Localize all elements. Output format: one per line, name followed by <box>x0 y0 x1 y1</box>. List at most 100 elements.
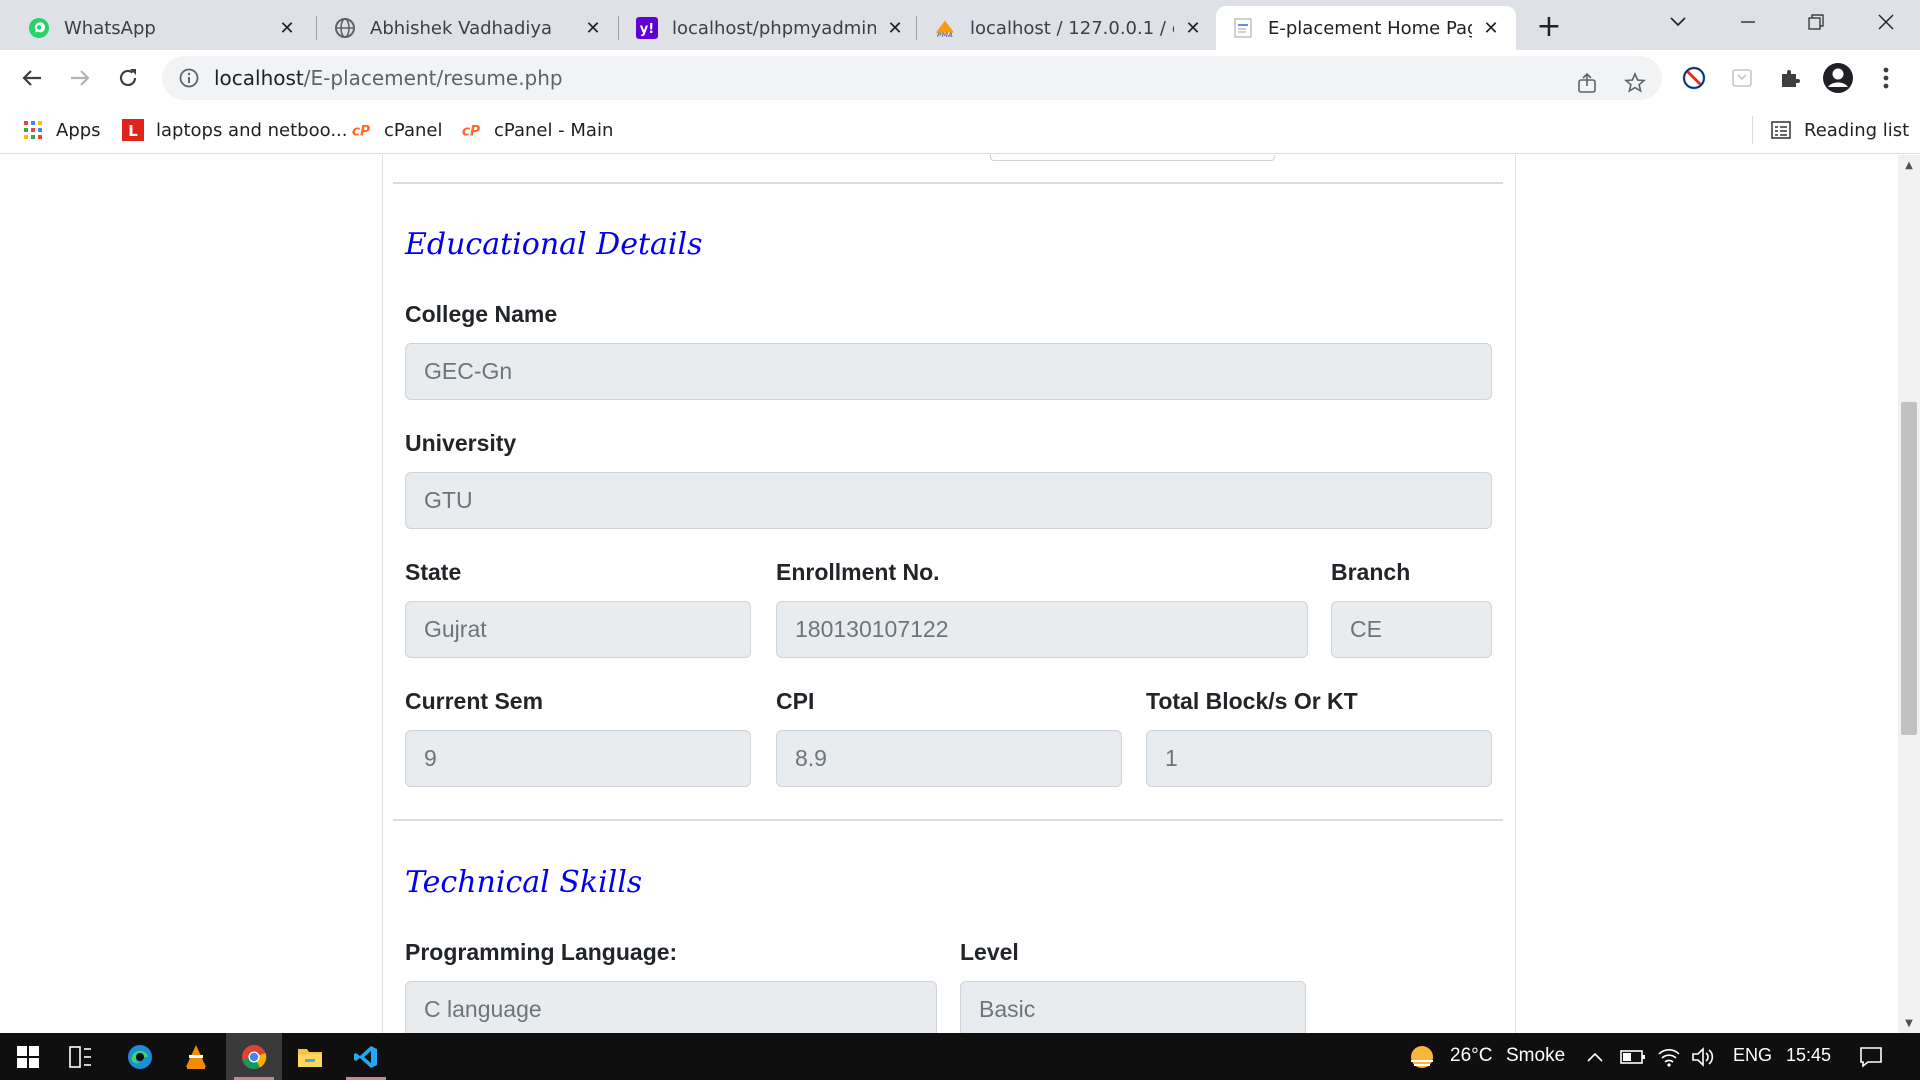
bookmark-cpanel[interactable]: cP cPanel <box>350 116 443 144</box>
technical-skills-heading: Technical Skills <box>405 865 643 900</box>
tab-phpmyadmin-yahoo[interactable]: y! localhost/phpmyadmin - ✕ <box>620 6 920 50</box>
chevron-up-icon[interactable] <box>1582 1044 1608 1070</box>
kt-field[interactable]: 1 <box>1146 730 1492 787</box>
reload-icon <box>119 69 137 87</box>
bookmark-apps[interactable]: Apps <box>22 116 101 144</box>
educational-details-heading: Educational Details <box>405 227 703 262</box>
whatsapp-icon <box>28 17 50 39</box>
tab-phpmyadmin-db[interactable]: PMA localhost / 127.0.0.1 / con ✕ <box>918 6 1218 50</box>
windows-logo-icon <box>17 1045 39 1068</box>
tab-close-icon[interactable]: ✕ <box>1480 17 1502 39</box>
tab-search-dropdown-icon[interactable] <box>1648 0 1708 44</box>
tab-abhishek[interactable]: Abhishek Vadhadiya ✕ <box>318 6 618 50</box>
scroll-up-arrow-icon[interactable]: ▲ <box>1898 155 1920 175</box>
lenovo-icon: L <box>122 119 144 141</box>
file-explorer-icon[interactable] <box>282 1033 338 1080</box>
bookmarks-divider <box>1752 116 1753 144</box>
screen: WhatsApp ✕ Abhishek Vadhadiya ✕ y! local… <box>0 0 1920 1080</box>
globe-icon <box>334 17 356 39</box>
cpanel-icon: cP <box>460 119 482 141</box>
browser-toolbar: localhost/E-placement/resume.php <box>0 50 1920 106</box>
weather-temperature[interactable]: 26°C <box>1450 1045 1492 1067</box>
weather-sun-icon[interactable] <box>1406 1041 1438 1073</box>
bookmark-label: Apps <box>56 119 101 141</box>
menu-kebab-icon[interactable] <box>1868 60 1904 96</box>
svg-text:L: L <box>128 122 138 140</box>
windows-taskbar: 26°C Smoke ENG 15:45 <box>0 1033 1920 1080</box>
vscode-icon[interactable] <box>338 1033 394 1080</box>
profile-avatar-icon[interactable] <box>1820 60 1856 96</box>
tab-separator <box>316 16 317 40</box>
resume-form: Educational Details College Name GEC-Gn … <box>382 155 1516 1033</box>
bookmark-laptops[interactable]: L laptops and netboo... <box>122 116 347 144</box>
task-view-icon[interactable] <box>52 1033 108 1080</box>
university-label: University <box>405 430 517 456</box>
chrome-icon[interactable] <box>226 1033 282 1080</box>
enrollment-label: Enrollment No. <box>776 559 940 585</box>
site-info-icon[interactable] <box>178 67 200 89</box>
level-field[interactable]: Basic <box>960 981 1306 1033</box>
tab-eplacement[interactable]: E-placement Home Page ✕ <box>1216 6 1516 50</box>
reading-list-button[interactable]: Reading list <box>1770 116 1909 144</box>
programming-language-field[interactable]: C language <box>405 981 937 1033</box>
url-path: /E-placement/resume.php <box>303 66 563 90</box>
reading-list-label: Reading list <box>1804 119 1910 141</box>
current-sem-field[interactable]: 9 <box>405 730 751 787</box>
back-button[interactable] <box>12 58 52 98</box>
svg-text:y!: y! <box>640 22 654 37</box>
forward-button[interactable] <box>60 58 100 98</box>
branch-field[interactable]: CE <box>1331 601 1492 658</box>
university-field[interactable]: GTU <box>405 472 1492 529</box>
weather-description[interactable]: Smoke <box>1506 1045 1565 1067</box>
bookmark-cpanel-main[interactable]: cP cPanel - Main <box>460 116 613 144</box>
vlc-icon[interactable] <box>168 1033 224 1080</box>
cpanel-icon: cP <box>350 119 372 141</box>
tab-close-icon[interactable]: ✕ <box>1182 17 1204 39</box>
battery-icon[interactable] <box>1620 1044 1646 1070</box>
phpmyadmin-icon: PMA <box>934 17 956 39</box>
bookmarks-bar: Apps L laptops and netboo... cP cPanel c… <box>0 106 1920 154</box>
tab-close-icon[interactable]: ✕ <box>582 17 604 39</box>
tab-separator <box>618 16 619 40</box>
restore-button[interactable] <box>1786 0 1846 44</box>
bookmark-star-icon[interactable] <box>1620 68 1650 98</box>
minimize-button[interactable] <box>1718 0 1778 44</box>
url-text: localhost/E-placement/resume.php <box>214 66 563 90</box>
scroll-thumb[interactable] <box>1901 402 1917 735</box>
share-icon[interactable] <box>1572 68 1602 98</box>
wifi-icon[interactable] <box>1656 1044 1682 1070</box>
notifications-icon[interactable] <box>1858 1044 1884 1070</box>
save-extension-icon[interactable] <box>1724 60 1760 96</box>
svg-text:PMA: PMA <box>937 31 953 39</box>
input-language[interactable]: ENG <box>1733 1045 1772 1066</box>
start-button[interactable] <box>0 1033 56 1080</box>
state-field[interactable]: Gujrat <box>405 601 751 658</box>
scroll-down-arrow-icon[interactable]: ▼ <box>1898 1013 1920 1033</box>
branch-label: Branch <box>1331 559 1411 585</box>
new-tab-button[interactable]: + <box>1529 8 1569 44</box>
section-divider <box>393 819 1503 821</box>
reload-button[interactable] <box>108 58 148 98</box>
forward-arrow-icon <box>71 70 90 86</box>
tab-close-icon[interactable]: ✕ <box>276 17 298 39</box>
enrollment-field[interactable]: 180130107122 <box>776 601 1308 658</box>
edge-browser-icon[interactable] <box>112 1033 168 1080</box>
address-bar[interactable]: localhost/E-placement/resume.php <box>162 56 1662 100</box>
extensions-puzzle-icon[interactable] <box>1772 60 1808 96</box>
blocker-extension-icon[interactable] <box>1676 60 1712 96</box>
tab-title: Abhishek Vadhadiya <box>370 17 553 39</box>
svg-text:cP: cP <box>462 124 480 140</box>
url-host: localhost <box>214 66 304 90</box>
volume-icon[interactable] <box>1690 1044 1716 1070</box>
cpi-field[interactable]: 8.9 <box>776 730 1122 787</box>
previous-field-edge[interactable] <box>990 155 1275 161</box>
clock-time[interactable]: 15:45 <box>1786 1045 1831 1066</box>
college-name-field[interactable]: GEC-Gn <box>405 343 1492 400</box>
tab-close-icon[interactable]: ✕ <box>884 17 906 39</box>
tab-whatsapp[interactable]: WhatsApp ✕ <box>12 6 312 50</box>
close-window-button[interactable] <box>1856 0 1916 44</box>
page-scrollbar[interactable]: ▲ ▼ <box>1898 155 1920 1033</box>
tab-title: WhatsApp <box>64 17 156 39</box>
section-divider <box>393 182 1503 184</box>
back-arrow-icon <box>22 70 41 86</box>
